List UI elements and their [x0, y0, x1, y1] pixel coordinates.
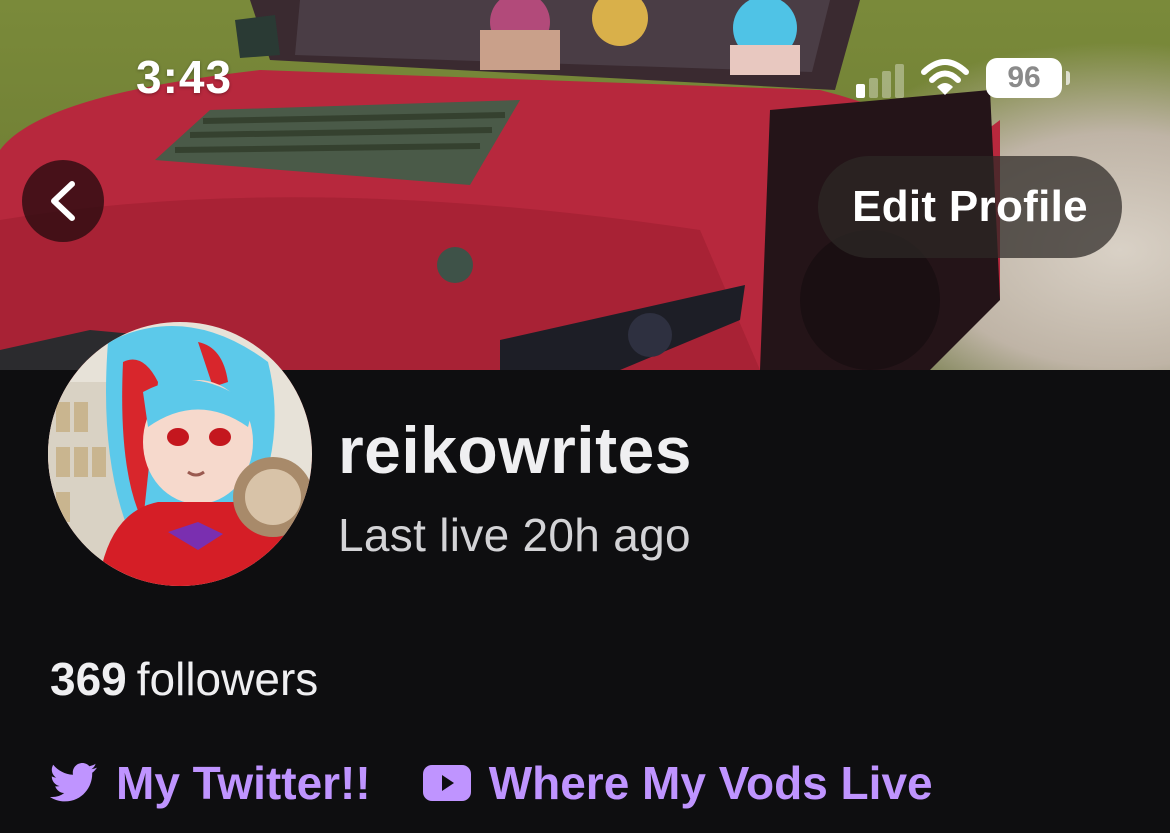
youtube-icon	[422, 765, 471, 801]
chevron-left-icon	[51, 181, 75, 221]
status-icons: 96	[856, 56, 1070, 100]
avatar-illustration	[48, 322, 312, 586]
status-time: 3:43	[136, 51, 233, 103]
twitter-icon	[50, 763, 98, 803]
cellular-signal-icon	[856, 58, 904, 98]
username: reikowrites	[338, 413, 692, 487]
followers-number: 369	[50, 653, 127, 705]
profile-screen: 3:43 96 Edit Profile reikowrites Last li…	[0, 0, 1170, 833]
social-links: My Twitter!! Where My Vods Live	[50, 756, 985, 810]
battery-icon: 96	[986, 58, 1070, 98]
avatar[interactable]	[48, 322, 312, 586]
followers-count: 369 followers	[50, 652, 318, 706]
link-vods-label: Where My Vods Live	[488, 757, 933, 809]
followers-label: followers	[136, 653, 319, 705]
last-live-status: Last live 20h ago	[338, 509, 691, 561]
back-button[interactable]	[22, 160, 104, 242]
edit-profile-button[interactable]: Edit Profile	[818, 156, 1122, 258]
link-twitter[interactable]: My Twitter!!	[50, 756, 371, 810]
link-vods[interactable]: Where My Vods Live	[422, 756, 933, 810]
wifi-icon	[921, 59, 969, 95]
link-twitter-label: My Twitter!!	[116, 757, 371, 809]
